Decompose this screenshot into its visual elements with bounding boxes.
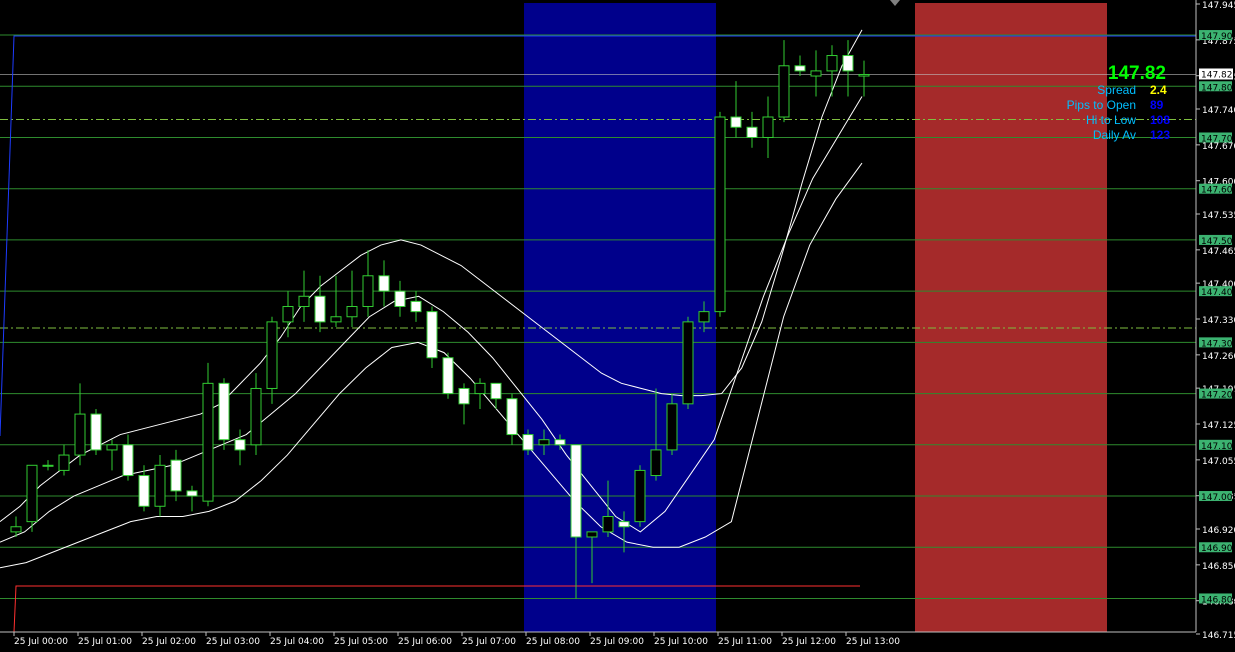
price-tick-label: 146.715	[1202, 631, 1235, 641]
level-label: 147.300	[1201, 339, 1235, 349]
candle-body	[314, 295, 326, 323]
candle-body	[122, 444, 134, 477]
candle-body	[538, 439, 550, 446]
price-tick-label: 147.055	[1202, 457, 1235, 467]
hi-to-low-value: 108	[1150, 113, 1171, 127]
candle-body	[490, 382, 502, 400]
time-tick-label: 25 Jul 01:00	[78, 637, 132, 647]
candle-body	[170, 459, 182, 492]
candle-body	[362, 275, 374, 308]
level-label: 146.800	[1201, 595, 1235, 605]
candle-body	[634, 469, 646, 523]
time-tick-label: 25 Jul 13:00	[846, 637, 900, 647]
candle-body	[106, 444, 118, 451]
candle-body	[218, 382, 230, 441]
time-tick-label: 25 Jul 12:00	[782, 637, 836, 647]
candle-body	[442, 357, 454, 395]
time-tick-label: 25 Jul 05:00	[334, 637, 388, 647]
time-tick-label: 25 Jul 03:00	[206, 637, 260, 647]
big-price-readout: 147.82	[1107, 63, 1166, 84]
candle-body	[570, 444, 582, 538]
daily-average-label: Daily Av	[1092, 128, 1136, 142]
candle-body	[474, 382, 486, 395]
candle-body	[138, 475, 150, 507]
level-label: 147.100	[1201, 442, 1235, 452]
level-label: 146.900	[1201, 544, 1235, 554]
level-label: 147.200	[1201, 391, 1235, 401]
level-label: 147.400	[1201, 288, 1235, 298]
price-tick-label: 147.535	[1202, 211, 1235, 221]
candle-body	[506, 398, 518, 436]
candle-body	[42, 464, 54, 467]
price-tick-label: 146.850	[1202, 562, 1235, 572]
time-tick-label: 25 Jul 07:00	[462, 637, 516, 647]
time-tick-label: 25 Jul 11:00	[718, 637, 772, 647]
spread-label: Spread	[1097, 83, 1136, 97]
candle-body	[682, 321, 694, 405]
candle-body	[250, 387, 262, 446]
time-tick-label: 25 Jul 10:00	[654, 637, 708, 647]
candle-body	[618, 521, 630, 528]
level-label: 147.600	[1201, 186, 1235, 196]
daily-average-value: 123	[1150, 128, 1171, 142]
candle-body	[186, 490, 198, 497]
candle-body	[602, 516, 614, 533]
candle-body	[90, 413, 102, 451]
candle-body	[330, 316, 342, 323]
price-tick-label: 147.125	[1202, 421, 1235, 431]
candle-body	[426, 311, 438, 359]
candle-body	[698, 311, 710, 323]
candle-body	[58, 454, 70, 471]
candle-body	[522, 434, 534, 451]
pips-to-open-value: 89	[1150, 98, 1164, 112]
price-tick-label: 147.330	[1202, 316, 1235, 326]
candle-body	[298, 295, 310, 308]
level-label: 147.000	[1201, 493, 1235, 503]
time-tick-label: 25 Jul 02:00	[142, 637, 196, 647]
candle-body	[266, 321, 278, 389]
price-tick-label: 146.920	[1202, 526, 1235, 536]
candle-body	[586, 531, 598, 538]
time-tick-label: 25 Jul 06:00	[398, 637, 452, 647]
candle-body	[346, 306, 358, 318]
candle-body	[666, 403, 678, 451]
candle-body	[458, 387, 470, 405]
candle-body	[378, 275, 390, 292]
candle-body	[282, 306, 294, 323]
time-tick-label: 25 Jul 08:00	[526, 637, 580, 647]
time-tick-label: 25 Jul 04:00	[270, 637, 324, 647]
candle-body	[554, 439, 566, 446]
price-tick-label: 147.465	[1202, 247, 1235, 257]
pips-to-open-label: Pips to Open	[1066, 98, 1136, 112]
level-label: 147.500	[1201, 237, 1235, 247]
spread-value: 2.4	[1150, 83, 1167, 97]
time-tick-label: 25 Jul 00:00	[14, 637, 68, 647]
info-panel: 147.82 Spread 2.4 Pips to Open 89 Hi to …	[0, 0, 1235, 160]
price-tick-label: 147.260	[1202, 352, 1235, 362]
candle-body	[650, 449, 662, 477]
candle-body	[26, 464, 38, 523]
price-chart[interactable]: 147.945147.875147.805147.740147.670147.6…	[0, 0, 1235, 648]
hi-to-low-label: Hi to Low	[1085, 113, 1136, 127]
candle-body	[10, 526, 22, 533]
candle-body	[202, 382, 214, 502]
candle-body	[154, 464, 166, 507]
candle-body	[394, 290, 406, 308]
candle-body	[74, 413, 86, 456]
candle-body	[234, 439, 246, 451]
candle-body	[410, 300, 422, 313]
time-tick-label: 25 Jul 09:00	[590, 637, 644, 647]
